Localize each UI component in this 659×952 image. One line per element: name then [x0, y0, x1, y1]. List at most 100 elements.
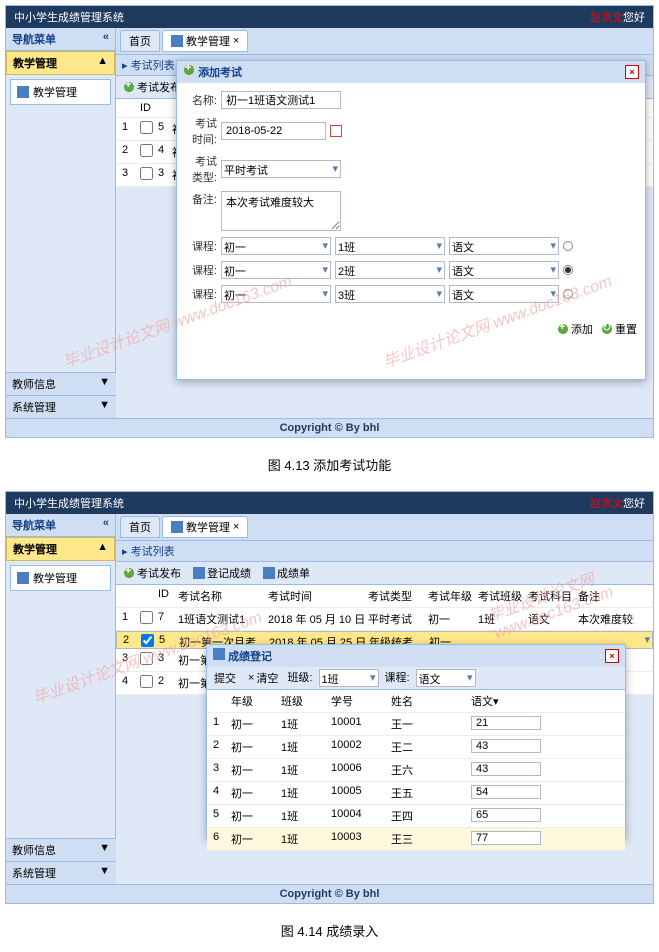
row-checkbox[interactable] — [140, 675, 153, 688]
grid-row[interactable]: 171班语文测试12018 年 05 月 10 日平时考试初一1班语文本次难度较… — [116, 608, 653, 631]
app-header: 中小学生成绩管理系统 赵洪文您好 — [6, 6, 653, 28]
score-input[interactable] — [471, 762, 541, 776]
class-select[interactable]: 2班 — [335, 261, 445, 279]
tab-teaching[interactable]: 教学管理× — [162, 30, 248, 52]
tab-home[interactable]: 首页 — [120, 30, 160, 52]
calendar-icon[interactable] — [330, 125, 342, 137]
row-checkbox[interactable] — [141, 634, 154, 647]
manage-icon — [17, 86, 29, 98]
main-area: 导航菜单« 教学管理▲ 教学管理 教师信息▼ 系统管理▼ 首页 教学管理× ▸ … — [6, 514, 653, 884]
sidebar: 导航菜单« 教学管理▲ 教学管理 教师信息▼ 系统管理▼ — [6, 28, 116, 418]
accordion-system[interactable]: 系统管理▼ — [6, 861, 116, 884]
grid-row[interactable]: 3初一1班10006王六 — [207, 759, 625, 782]
doc-icon — [263, 567, 275, 579]
course-radio[interactable] — [563, 241, 573, 251]
app-title: 中小学生成绩管理系统 — [14, 9, 124, 25]
subject-select[interactable]: 语文 — [449, 285, 559, 303]
close-icon[interactable]: × — [625, 65, 639, 79]
publish-button[interactable]: 考试发布 — [120, 564, 184, 582]
tab-teaching[interactable]: 教学管理× — [162, 516, 248, 538]
add-button[interactable]: 添加 — [557, 321, 593, 337]
dialog-header[interactable]: 成绩登记× — [207, 645, 625, 667]
class-select[interactable]: 1班 — [319, 669, 379, 687]
manage-icon — [171, 35, 183, 47]
figure-caption: 图 4.13 添加考试功能 — [0, 443, 659, 486]
accordion-teacher[interactable]: 教师信息▼ — [6, 838, 116, 861]
chevron-down-icon: ▼ — [99, 399, 110, 415]
footer: Copyright © By bhl — [6, 418, 653, 437]
toolbar: 考试发布 登记成绩 成绩单 — [116, 562, 653, 585]
reset-button[interactable]: 重置 — [601, 321, 637, 337]
type-select[interactable]: 平时考试 — [221, 160, 341, 178]
grid-row[interactable]: 5初一1班10004王四 — [207, 805, 625, 828]
close-icon[interactable]: × — [605, 649, 619, 663]
report-button[interactable]: 成绩单 — [260, 564, 313, 582]
course-radio[interactable] — [563, 289, 573, 299]
close-icon[interactable]: × — [233, 521, 239, 533]
grade-select[interactable]: 初一 — [221, 285, 331, 303]
reset-icon — [601, 323, 613, 335]
grid-header: ID 考试名称 考试时间 考试类型 考试年级 考试班级 考试科目 备注 — [116, 585, 653, 608]
dialog-toolbar: 提交 × 清空 班级: 1班 课程: 语文 — [207, 667, 625, 690]
user-greeting: 赵洪文您好 — [590, 495, 645, 511]
figure-caption: 图 4.14 成绩录入 — [0, 909, 659, 952]
publish-button[interactable]: 考试发布 — [120, 78, 184, 96]
collapse-icon[interactable]: « — [103, 517, 109, 533]
doc-icon — [213, 648, 225, 660]
score-input[interactable] — [471, 785, 541, 799]
grade-select[interactable]: 初一 — [221, 261, 331, 279]
panel-header: ▸ 考试列表 — [116, 541, 653, 562]
sidebar-item-teaching[interactable]: 教学管理 — [10, 79, 111, 105]
grid-row[interactable]: 4初一1班10005王五 — [207, 782, 625, 805]
accordion-teaching[interactable]: 教学管理▲ — [6, 51, 115, 75]
row-checkbox[interactable] — [140, 167, 153, 180]
main-area: 导航菜单« 教学管理▲ 教学管理 教师信息▼ 系统管理▼ 首页 教学管理× ▸ … — [6, 28, 653, 418]
tab-home[interactable]: 首页 — [120, 516, 160, 538]
grid-row[interactable]: 2初一1班10002王二 — [207, 736, 625, 759]
subject-select[interactable]: 语文 — [449, 237, 559, 255]
dialog-header[interactable]: 添加考试× — [177, 61, 645, 83]
course-radio[interactable] — [563, 265, 573, 275]
score-input[interactable] — [471, 831, 541, 845]
accordion-teacher[interactable]: 教师信息▼ — [6, 372, 116, 395]
row-checkbox[interactable] — [140, 652, 153, 665]
add-icon — [183, 64, 195, 76]
name-input[interactable] — [221, 91, 341, 109]
collapse-icon[interactable]: « — [103, 31, 109, 47]
tab-bar: 首页 教学管理× — [116, 514, 653, 541]
row-checkbox[interactable] — [140, 121, 153, 134]
grid-row[interactable]: 6初一1班10003王三 — [207, 828, 625, 851]
tab-bar: 首页 教学管理× — [116, 28, 653, 55]
add-icon — [557, 323, 569, 335]
submit-button[interactable]: 提交 — [211, 669, 239, 687]
chevron-up-icon: ▲ — [97, 541, 108, 557]
close-icon[interactable]: × — [233, 35, 239, 47]
note-textarea[interactable] — [221, 191, 341, 231]
class-select[interactable]: 1班 — [335, 237, 445, 255]
grid-row[interactable]: 1初一1班10001王一 — [207, 713, 625, 736]
manage-icon — [171, 521, 183, 533]
date-input[interactable] — [221, 122, 326, 140]
course-select[interactable]: 语文 — [416, 669, 476, 687]
sidebar-item-teaching[interactable]: 教学管理 — [10, 565, 111, 591]
score-input[interactable] — [471, 739, 541, 753]
app-2: 中小学生成绩管理系统 赵洪文您好 导航菜单« 教学管理▲ 教学管理 教师信息▼ … — [5, 491, 654, 904]
row-checkbox[interactable] — [140, 144, 153, 157]
manage-icon — [17, 572, 29, 584]
class-select[interactable]: 3班 — [335, 285, 445, 303]
accordion-teaching[interactable]: 教学管理▲ — [6, 537, 115, 561]
dialog-footer: 添加 重置 — [177, 317, 645, 341]
accordion-system[interactable]: 系统管理▼ — [6, 395, 116, 418]
score-input[interactable] — [471, 808, 541, 822]
subject-select[interactable]: 语文 — [449, 261, 559, 279]
doc-icon — [193, 567, 205, 579]
grade-select[interactable]: 初一 — [221, 237, 331, 255]
sidebar-header: 导航菜单« — [6, 514, 115, 537]
row-checkbox[interactable] — [140, 611, 153, 624]
add-icon — [123, 81, 135, 93]
add-icon — [123, 567, 135, 579]
register-score-button[interactable]: 登记成绩 — [190, 564, 254, 582]
score-input[interactable] — [471, 716, 541, 730]
clear-button[interactable]: × 清空 — [245, 669, 281, 687]
chevron-up-icon: ▲ — [97, 55, 108, 71]
